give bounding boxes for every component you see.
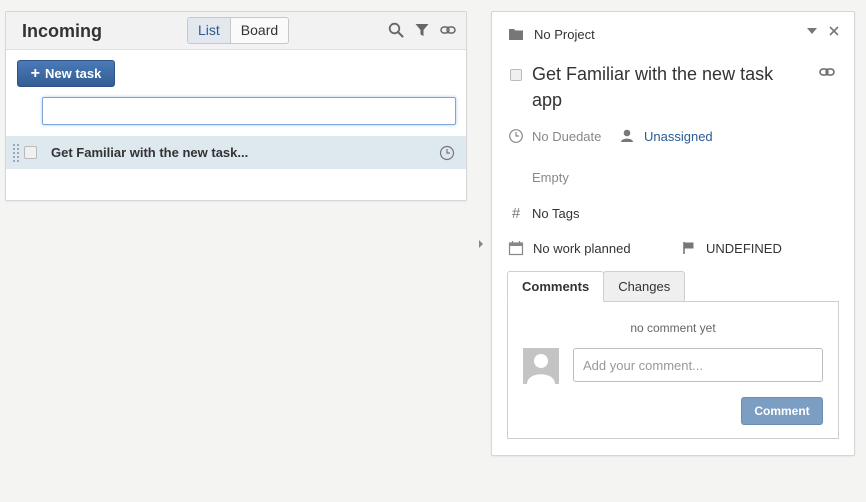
new-task-label: New task bbox=[44, 66, 102, 81]
detail-header-actions bbox=[807, 26, 839, 36]
search-icon[interactable] bbox=[388, 22, 404, 38]
plus-icon: + bbox=[30, 64, 40, 82]
link-icon[interactable] bbox=[440, 22, 456, 38]
tags-field[interactable]: # No Tags bbox=[508, 205, 580, 222]
close-icon[interactable] bbox=[829, 26, 839, 36]
duedate-field[interactable]: No Duedate bbox=[508, 128, 601, 144]
task-detail-title[interactable]: Get Familiar with the new task app bbox=[532, 61, 802, 113]
task-checkbox[interactable] bbox=[24, 146, 37, 159]
avatar bbox=[523, 348, 559, 384]
no-comment-text: no comment yet bbox=[630, 321, 716, 335]
folder-icon bbox=[509, 29, 523, 40]
assignee-field[interactable]: Unassigned bbox=[619, 128, 713, 144]
avatar-icon bbox=[523, 348, 559, 384]
work-planned-field[interactable]: No work planned bbox=[508, 240, 631, 256]
assignee-link[interactable]: Unassigned bbox=[644, 129, 713, 144]
list-header: Incoming List Board bbox=[6, 12, 466, 50]
project-selector[interactable]: No Project bbox=[508, 26, 595, 42]
task-detail-panel: No Project Get Familiar with the new tas… bbox=[491, 11, 855, 456]
new-task-button[interactable]: + New task bbox=[17, 60, 115, 87]
tags-value: No Tags bbox=[532, 206, 580, 221]
list-view-button[interactable]: List bbox=[188, 18, 231, 43]
comment-button[interactable]: Comment bbox=[741, 397, 823, 425]
calendar-icon bbox=[508, 241, 524, 256]
priority-value: UNDEFINED bbox=[706, 240, 782, 256]
description-value: Empty bbox=[532, 170, 569, 185]
project-name: No Project bbox=[534, 26, 595, 42]
comments-pane: no comment yet Comment bbox=[507, 301, 839, 439]
board-view-button[interactable]: Board bbox=[231, 18, 288, 43]
task-title[interactable]: Get Familiar with the new task... bbox=[51, 145, 439, 160]
flag-icon bbox=[683, 242, 694, 254]
task-list-panel: Incoming List Board + New task Get Famil… bbox=[5, 11, 467, 201]
tab-changes[interactable]: Changes bbox=[603, 271, 686, 302]
task-complete-checkbox[interactable] bbox=[510, 69, 522, 81]
new-task-input[interactable] bbox=[42, 97, 456, 125]
drag-handle-icon[interactable] bbox=[13, 143, 19, 163]
view-toggle: List Board bbox=[187, 17, 290, 44]
list-title: Incoming bbox=[22, 21, 102, 41]
priority-field[interactable]: UNDEFINED bbox=[681, 240, 782, 256]
filter-icon[interactable] bbox=[414, 22, 430, 38]
clock-icon[interactable] bbox=[439, 145, 455, 161]
task-row[interactable]: Get Familiar with the new task... bbox=[6, 136, 466, 169]
detail-tabs: Comments Changes bbox=[507, 271, 686, 302]
link-icon[interactable] bbox=[819, 66, 835, 78]
description-field[interactable]: Empty bbox=[532, 170, 569, 185]
list-header-actions bbox=[388, 22, 456, 38]
user-icon bbox=[621, 129, 633, 142]
duedate-value: No Duedate bbox=[532, 128, 602, 144]
tab-comments[interactable]: Comments bbox=[507, 271, 605, 302]
work-planned-value: No work planned bbox=[533, 240, 631, 256]
collapse-arrow-icon[interactable] bbox=[478, 239, 484, 249]
hash-icon: # bbox=[511, 205, 521, 222]
clock-icon bbox=[509, 129, 523, 143]
chevron-down-icon[interactable] bbox=[807, 27, 817, 35]
comment-input[interactable] bbox=[573, 348, 823, 382]
